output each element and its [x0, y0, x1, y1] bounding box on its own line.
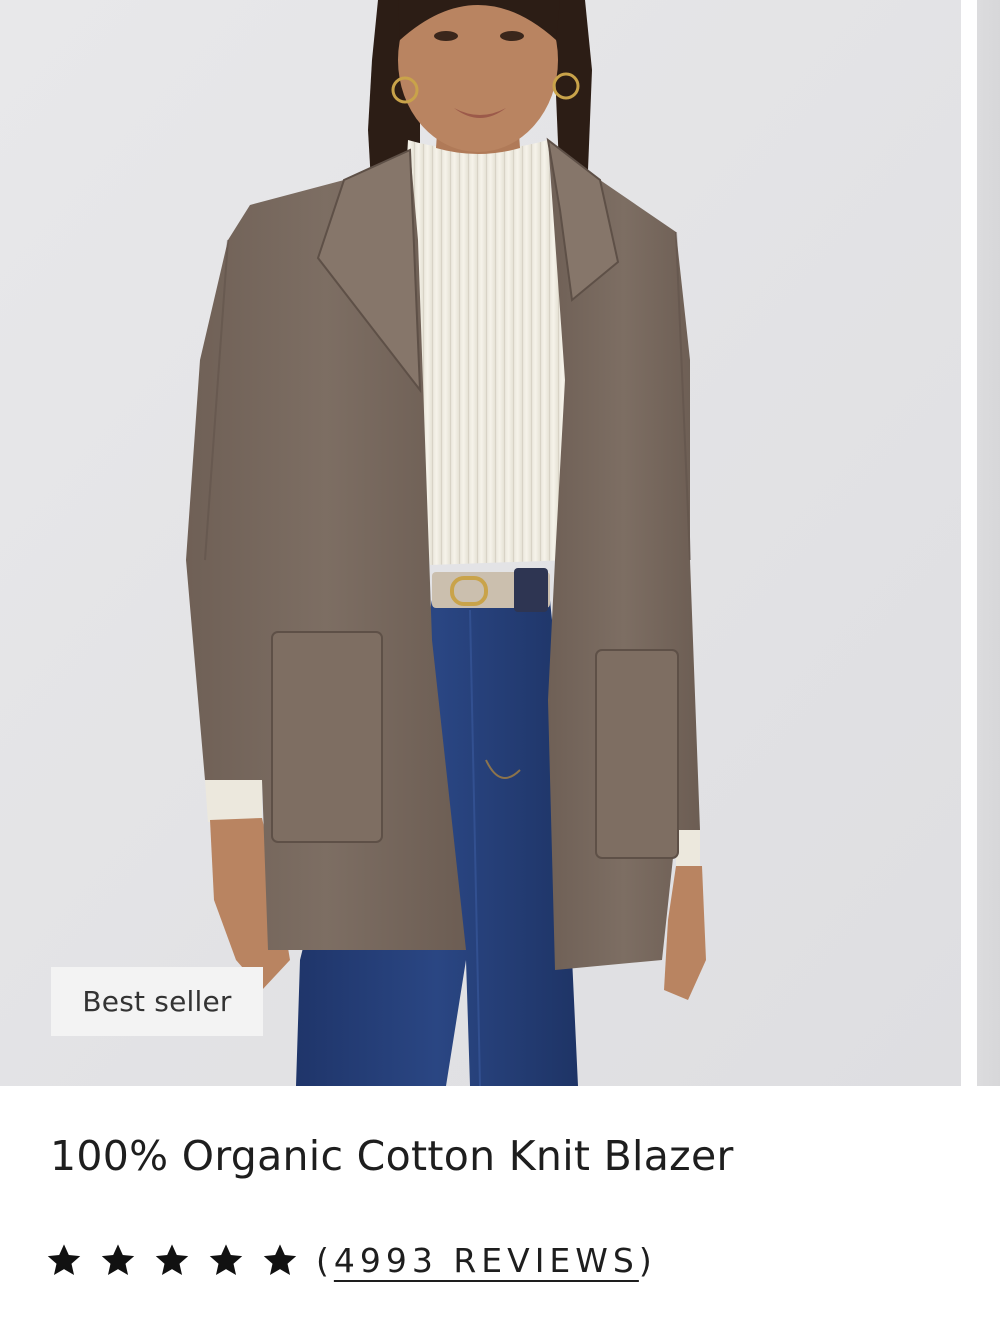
star-icon [263, 1244, 297, 1275]
product-card: Best seller 100% Organic Cotton Knit Bla… [0, 0, 1000, 1333]
star-icon [101, 1244, 135, 1275]
product-title[interactable]: 100% Organic Cotton Knit Blazer [50, 1132, 734, 1180]
product-photo [0, 0, 961, 1086]
best-seller-badge: Best seller [51, 967, 263, 1036]
reviews-close-paren: ) [638, 1240, 657, 1280]
star-icon [155, 1244, 189, 1275]
star-icon [47, 1244, 81, 1275]
reviews-link[interactable]: (4993 REVIEWS) [316, 1241, 657, 1280]
next-image-peek[interactable] [977, 0, 1000, 1086]
badge-label: Best seller [82, 985, 232, 1018]
star-icon [209, 1244, 243, 1275]
reviews-open-paren: ( [316, 1240, 334, 1280]
reviews-count: 4993 REVIEWS [333, 1240, 639, 1280]
rating-row[interactable]: (4993 REVIEWS) [46, 1236, 657, 1284]
product-image[interactable]: Best seller [0, 0, 961, 1086]
star-rating [46, 1242, 298, 1278]
